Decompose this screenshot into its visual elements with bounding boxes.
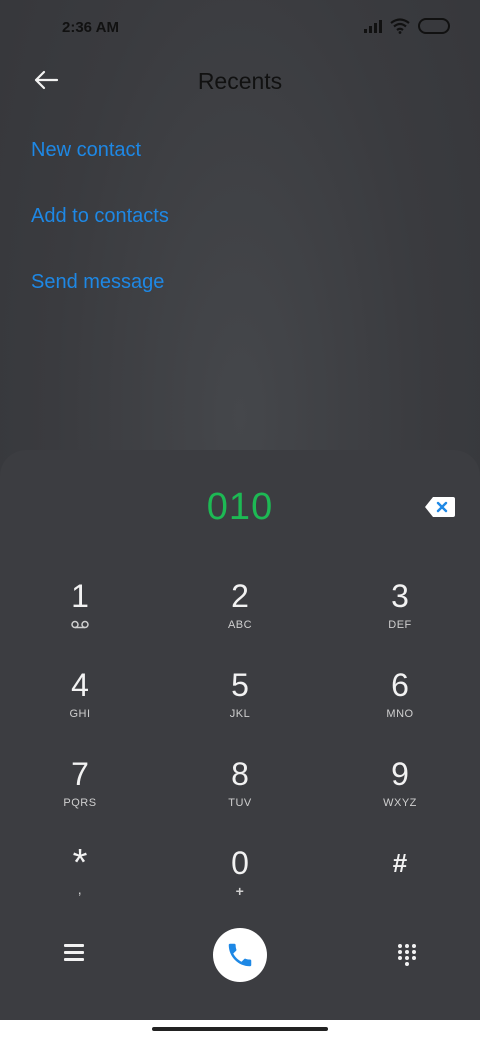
- dialpad-actions: [0, 928, 480, 998]
- key-6[interactable]: 6 MNO: [345, 667, 455, 747]
- key-letters: +: [235, 883, 245, 899]
- key-digit: *: [72, 842, 88, 884]
- key-4[interactable]: 4 GHI: [25, 667, 135, 747]
- dialpad: 010 1 2 ABC 3 DEF 4 GHI 5 JKL 6 MNO 7 PQ…: [0, 450, 480, 1020]
- key-digit: 8: [231, 756, 249, 792]
- key-letters: DEF: [388, 619, 412, 631]
- voicemail-icon: [71, 620, 89, 629]
- dialed-number: 010: [206, 486, 274, 528]
- key-hash[interactable]: #: [345, 845, 455, 925]
- key-digit: 9: [391, 756, 409, 792]
- navigation-bar: [0, 1020, 480, 1040]
- key-letters: WXYZ: [383, 797, 417, 809]
- key-letters: TUV: [228, 797, 252, 809]
- add-to-contacts-link[interactable]: Add to contacts: [0, 190, 480, 256]
- key-digit: #: [392, 848, 408, 878]
- header: Recents: [0, 56, 480, 112]
- key-digit: 6: [391, 667, 409, 703]
- key-digit: 2: [231, 578, 249, 614]
- wifi-icon: [390, 18, 410, 34]
- status-bar: 2:36 AM: [0, 0, 480, 56]
- key-1[interactable]: 1: [25, 578, 135, 658]
- key-letters: ABC: [227, 619, 253, 631]
- key-9[interactable]: 9 WXYZ: [345, 756, 455, 836]
- send-message-link[interactable]: Send message: [0, 256, 480, 322]
- key-letters: JKL: [229, 708, 251, 720]
- key-digit: 3: [391, 578, 409, 614]
- key-2[interactable]: 2 ABC: [185, 578, 295, 658]
- screen: 2:36 AM Recents New contact Add to conta…: [0, 0, 480, 1040]
- key-digit: 0: [231, 845, 249, 881]
- home-indicator[interactable]: [152, 1027, 328, 1031]
- key-letters: PQRS: [63, 797, 97, 809]
- key-3[interactable]: 3 DEF: [345, 578, 455, 658]
- dialpad-icon[interactable]: [398, 944, 416, 968]
- signal-icon: [364, 19, 382, 33]
- key-letters: MNO: [386, 708, 414, 720]
- call-button[interactable]: [213, 928, 267, 982]
- page-title: Recents: [197, 68, 283, 94]
- status-icons: [364, 18, 450, 34]
- status-time: 2:36 AM: [62, 19, 119, 36]
- key-star[interactable]: * ,: [25, 842, 135, 925]
- backspace-icon[interactable]: [424, 496, 456, 518]
- key-0[interactable]: 0 +: [185, 845, 295, 925]
- key-8[interactable]: 8 TUV: [185, 756, 295, 836]
- key-digit: 4: [71, 667, 89, 703]
- action-list: New contact Add to contacts Send message: [0, 124, 480, 322]
- key-digit: 1: [71, 578, 89, 614]
- key-digit: 7: [71, 756, 89, 792]
- phone-icon: [228, 943, 252, 967]
- battery-icon: [418, 18, 450, 34]
- new-contact-link[interactable]: New contact: [0, 124, 480, 190]
- key-7[interactable]: 7 PQRS: [25, 756, 135, 836]
- menu-icon[interactable]: [64, 944, 84, 962]
- key-5[interactable]: 5 JKL: [185, 667, 295, 747]
- key-letters: GHI: [69, 708, 91, 720]
- key-digit: 5: [231, 667, 249, 703]
- key-letters: ,: [77, 881, 83, 897]
